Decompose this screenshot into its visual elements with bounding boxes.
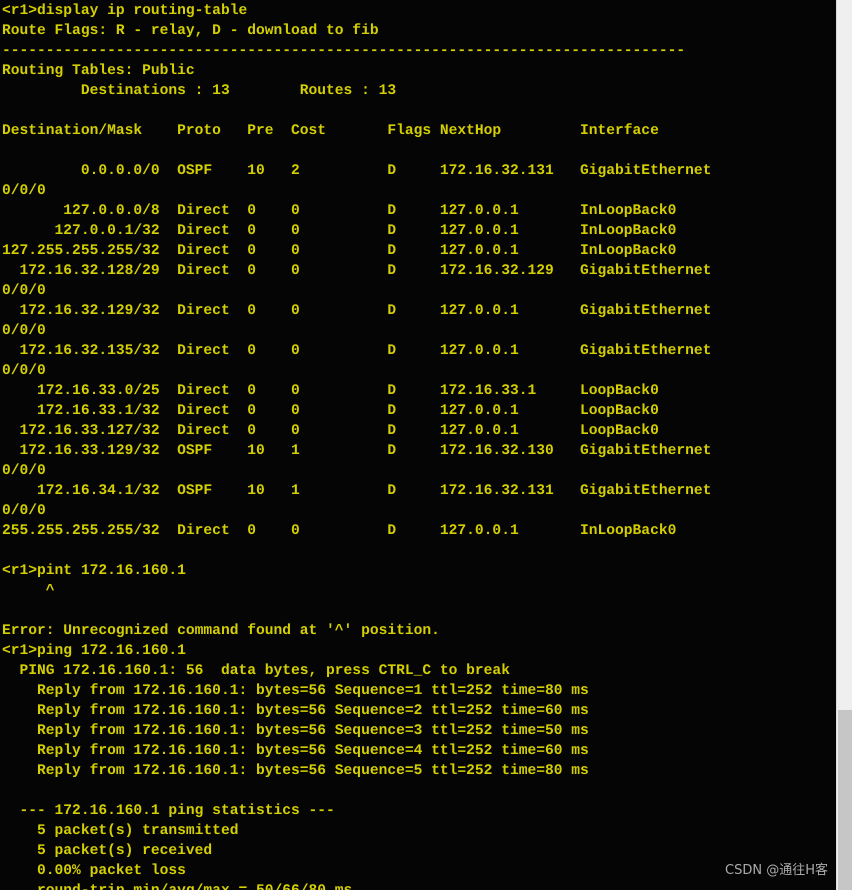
vertical-scrollbar-track[interactable] bbox=[836, 0, 852, 890]
terminal-screen[interactable]: <r1>display ip routing-table Route Flags… bbox=[0, 0, 836, 890]
terminal-output-text: <r1>display ip routing-table Route Flags… bbox=[2, 3, 712, 890]
terminal-window: <r1>display ip routing-table Route Flags… bbox=[0, 0, 852, 890]
vertical-scrollbar-thumb[interactable] bbox=[838, 710, 852, 890]
csdn-watermark: CSDN @通往H客 bbox=[725, 863, 828, 878]
